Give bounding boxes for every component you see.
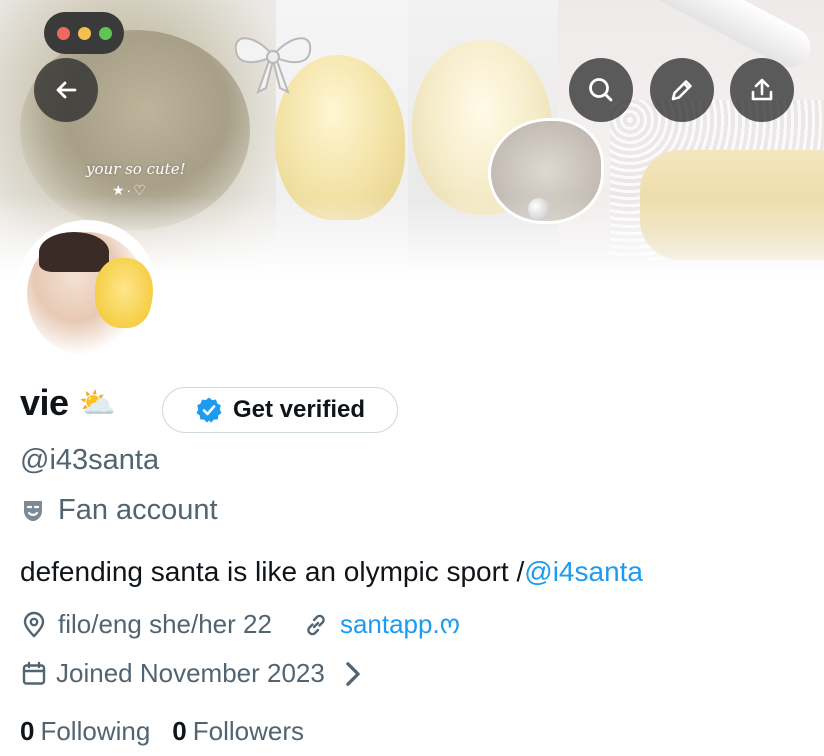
link-icon: [307, 614, 325, 635]
following-count: 0: [20, 716, 35, 746]
share-upload-icon: [751, 78, 773, 101]
bow-icon: [234, 37, 312, 95]
theater-masks-icon: [24, 500, 42, 521]
bio-text: defending santa is like an olympic sport…: [20, 556, 525, 587]
minimize-window-button[interactable]: [77, 26, 91, 40]
bio-mention-link[interactable]: @i4santa: [524, 556, 643, 587]
followers-link[interactable]: 0 Followers: [172, 716, 304, 747]
category-label: Fan account: [58, 494, 218, 526]
pencil-icon: [671, 80, 692, 101]
search-button[interactable]: [569, 58, 633, 122]
profile-name: vie: [20, 382, 69, 423]
get-verified-button[interactable]: Get verified: [162, 387, 398, 433]
profile-bio: defending santa is like an olympic sport…: [20, 556, 643, 588]
search-icon: [589, 78, 613, 102]
profile-name-row: vie ⛅: [20, 382, 116, 424]
profile-meta-row: filo/eng she/her 22 santapp.ო: [20, 609, 460, 640]
sun-behind-cloud-icon: ⛅: [78, 386, 116, 420]
following-link[interactable]: 0 Following: [20, 716, 150, 747]
avatar[interactable]: [17, 220, 157, 360]
joined-date: Joined November 2023: [56, 658, 325, 688]
get-verified-label: Get verified: [232, 396, 366, 423]
profile-location: filo/eng she/her 22: [58, 609, 272, 639]
profile-joined-row[interactable]: Joined November 2023: [20, 658, 375, 689]
website-link[interactable]: santapp.ო: [340, 609, 460, 640]
back-button[interactable]: [34, 58, 98, 122]
profile-handle: @i43santa: [20, 444, 160, 476]
following-label: Following: [40, 716, 151, 746]
profile-website[interactable]: santapp.ო: [302, 609, 460, 640]
banner-overlay-text: your so cute!: [86, 160, 186, 178]
calendar-icon: [22, 661, 46, 685]
arrow-left-icon: [56, 81, 77, 99]
window-controls: [44, 12, 124, 54]
close-window-button[interactable]: [56, 26, 70, 40]
followers-label: Followers: [192, 716, 305, 746]
location-pin-icon: [23, 611, 45, 638]
avatar-tiger-sticker: [95, 258, 153, 328]
verified-badge-icon: [196, 397, 222, 423]
maximize-window-button[interactable]: [98, 26, 112, 40]
share-button[interactable]: [730, 58, 794, 122]
edit-button[interactable]: [650, 58, 714, 122]
profile-category: Fan account: [20, 494, 218, 527]
followers-count: 0: [172, 716, 187, 746]
avatar-hair: [39, 232, 109, 272]
chevron-right-icon: [346, 661, 360, 686]
follow-stats: 0 Following 0 Followers: [20, 716, 326, 747]
